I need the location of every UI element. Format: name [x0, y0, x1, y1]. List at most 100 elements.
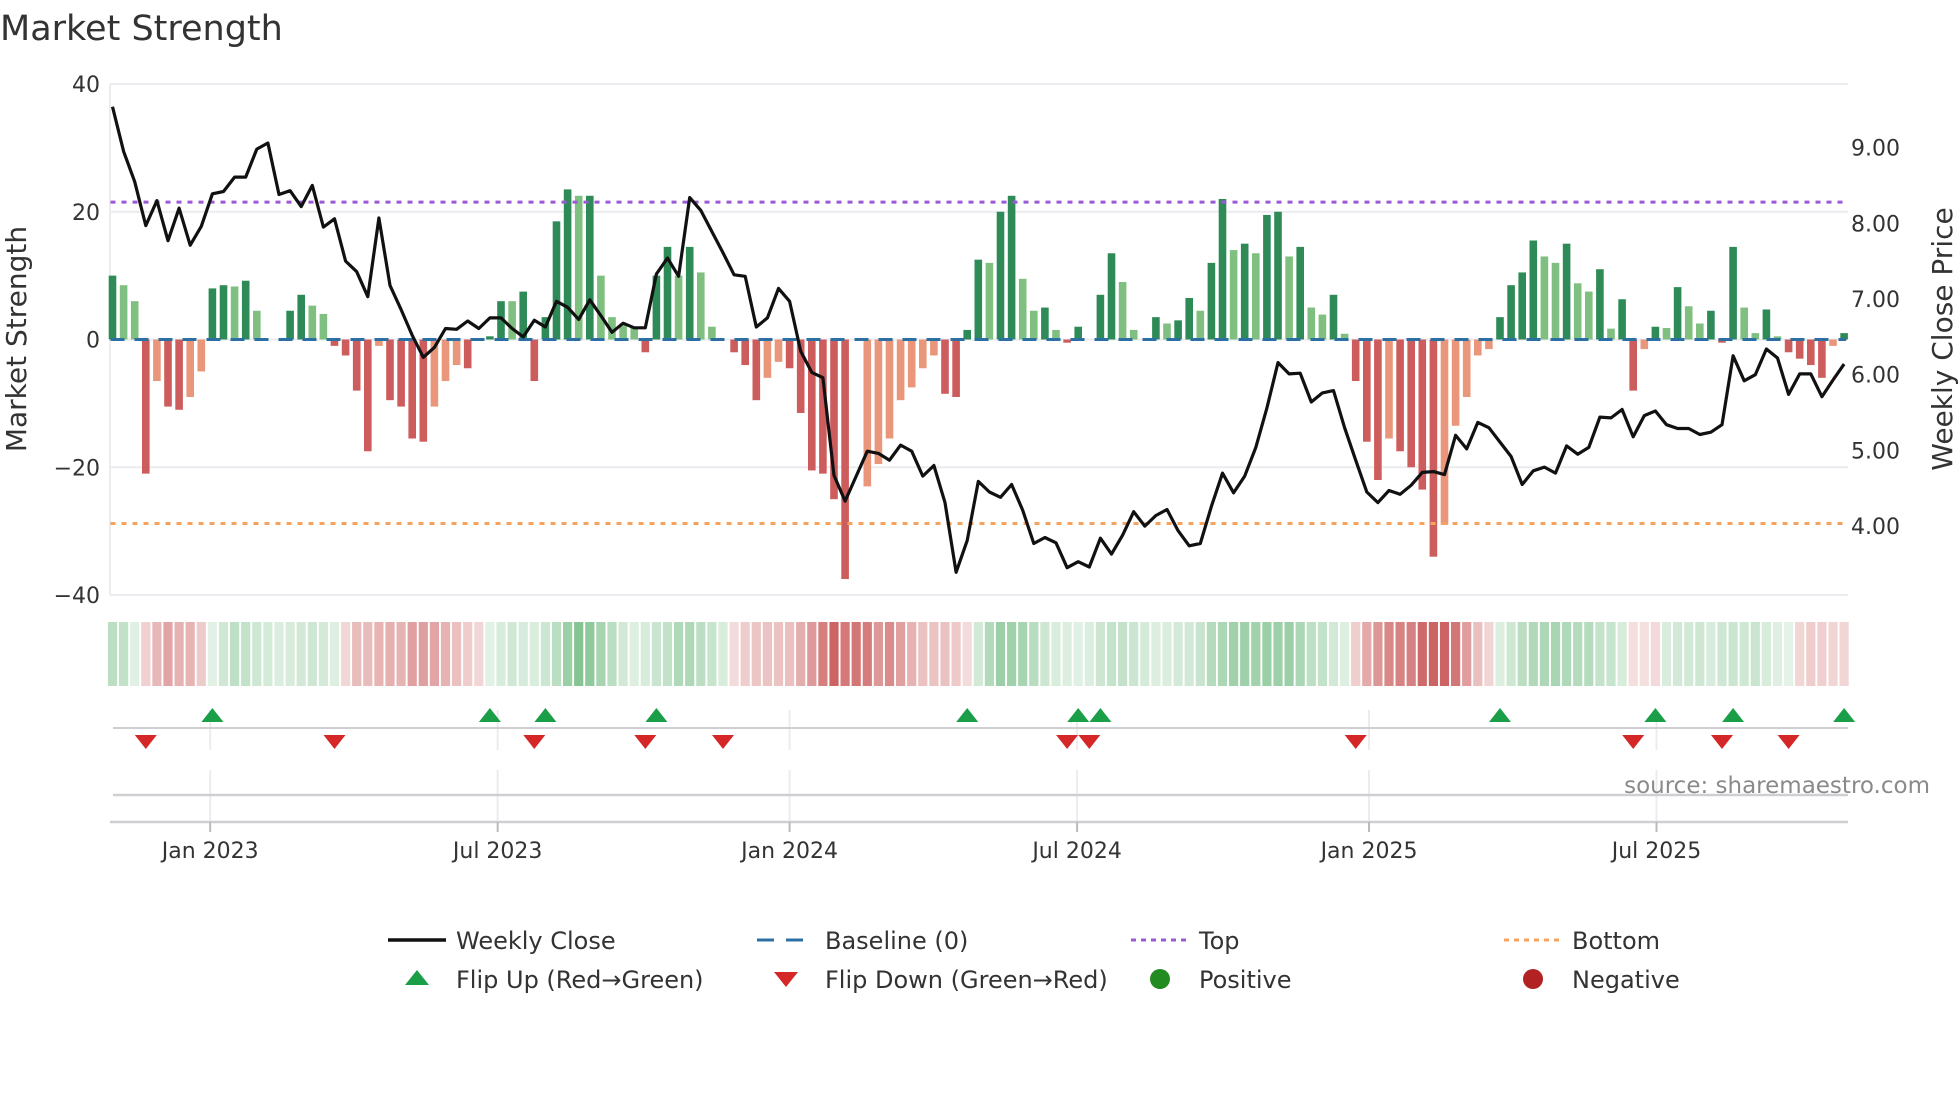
flip-down-marker: [1622, 735, 1645, 749]
flip-up-marker: [1089, 708, 1112, 722]
heat-cell: [1328, 622, 1339, 686]
positive-bar: [1263, 214, 1271, 340]
positive-bar: [319, 313, 328, 340]
heat-cell: [1040, 622, 1050, 686]
heat-cell: [496, 622, 506, 686]
heat-cell: [1029, 622, 1039, 686]
positive-bar: [1573, 283, 1582, 340]
heat-cell: [1140, 622, 1150, 686]
heat-cell: [130, 622, 140, 686]
positive-bar: [1030, 310, 1038, 340]
positive-bar: [1696, 323, 1704, 340]
heat-cell: [396, 622, 406, 686]
x-tick-label: Jul 2024: [1030, 839, 1122, 864]
negative-bar: [352, 339, 361, 391]
heat-cell: [818, 622, 828, 686]
positive-bar: [308, 305, 317, 340]
heat-cell: [540, 622, 550, 686]
negative-bar: [142, 339, 150, 474]
legend-label: Bottom: [1572, 927, 1660, 955]
flip-markers-panel: [113, 708, 1856, 822]
negative-bar: [841, 339, 849, 580]
y-tick-label: 20: [72, 201, 100, 226]
heat-cell: [218, 622, 229, 686]
positive-bar: [1252, 253, 1260, 340]
y-axis-label: Market Strength: [0, 226, 33, 452]
x-tick-label: Jan 2023: [160, 839, 259, 864]
positive-bar: [130, 301, 139, 340]
heat-cell: [1784, 622, 1794, 686]
x-axis: Jan 2023 Jul 2023 Jan 2024 Jul 2024 Jan 2025…: [110, 820, 1848, 864]
y2-tick-label: 6.00: [1851, 364, 1900, 389]
negative-bar: [1418, 339, 1427, 490]
negative-bar: [386, 339, 394, 401]
positive-bar: [1218, 198, 1227, 340]
heat-cell: [1750, 622, 1760, 686]
heat-cell: [1584, 622, 1594, 686]
positive-bar: [1229, 250, 1238, 340]
heat-cell: [385, 622, 395, 686]
heat-cell: [1717, 622, 1727, 686]
heat-cell: [951, 622, 961, 686]
heat-cell: [1539, 622, 1549, 686]
heat-cell: [662, 622, 673, 686]
negative-bar: [1474, 339, 1482, 356]
heat-cell: [1828, 622, 1838, 686]
positive-bar: [1274, 211, 1282, 340]
negative-bar: [186, 339, 194, 397]
positive-bar: [1596, 269, 1604, 340]
heat-cell: [563, 622, 573, 686]
heat-cell: [1195, 622, 1205, 686]
positive-bar: [219, 285, 228, 340]
heat-cell: [651, 622, 661, 686]
heat-cell: [1384, 622, 1394, 686]
heat-cell: [1273, 622, 1283, 686]
heat-cell: [1661, 622, 1672, 686]
flip-down-marker: [1078, 735, 1101, 749]
heat-cell: [1240, 622, 1250, 686]
heat-cell: [1817, 622, 1827, 686]
positive-bar: [230, 286, 239, 340]
heat-cell: [1317, 622, 1327, 686]
negative-bar: [441, 339, 450, 382]
positive-bar: [297, 294, 305, 340]
positive-bar: [1296, 246, 1304, 340]
heat-cell: [507, 622, 517, 686]
negative-bar: [397, 339, 405, 407]
negative-bar: [463, 339, 472, 369]
heat-cell: [1106, 622, 1117, 686]
negative-bar: [1462, 339, 1471, 397]
negative-bar: [641, 339, 650, 353]
flip-up-marker: [956, 708, 979, 722]
heat-cell: [1340, 622, 1350, 686]
heat-cell: [1018, 622, 1028, 686]
negative-bar: [930, 339, 938, 356]
heat-cell: [119, 622, 129, 686]
triangle-down-icon: [774, 972, 798, 987]
positive-bar: [974, 259, 983, 340]
heat-cell: [474, 622, 484, 686]
flip-up-marker: [1644, 708, 1667, 722]
flip-down-marker: [1777, 735, 1800, 749]
heat-cell: [407, 622, 417, 686]
positive-bar: [1152, 317, 1160, 340]
heat-cell: [1184, 622, 1194, 686]
heat-cell: [574, 622, 584, 686]
x-tick-label: Jan 2024: [739, 839, 838, 864]
flip-up-marker: [1722, 708, 1745, 722]
heat-cell: [252, 622, 262, 686]
heat-cell: [1806, 622, 1816, 686]
heat-cell: [152, 622, 162, 686]
heat-cell: [463, 622, 473, 686]
positive-bar: [241, 280, 250, 340]
heat-cell: [429, 622, 439, 686]
negative-bar: [774, 339, 783, 362]
positive-bar: [1174, 320, 1182, 340]
negative-bar: [408, 339, 416, 439]
legend-item-baseline: Baseline (0): [757, 927, 968, 955]
y2-tick-label: 7.00: [1851, 288, 1900, 313]
heat-cell: [307, 622, 317, 686]
legend-item-flip_up: Flip Up (Red→Green): [405, 966, 704, 994]
flip-up-marker: [645, 708, 668, 722]
heat-cell: [585, 622, 595, 686]
